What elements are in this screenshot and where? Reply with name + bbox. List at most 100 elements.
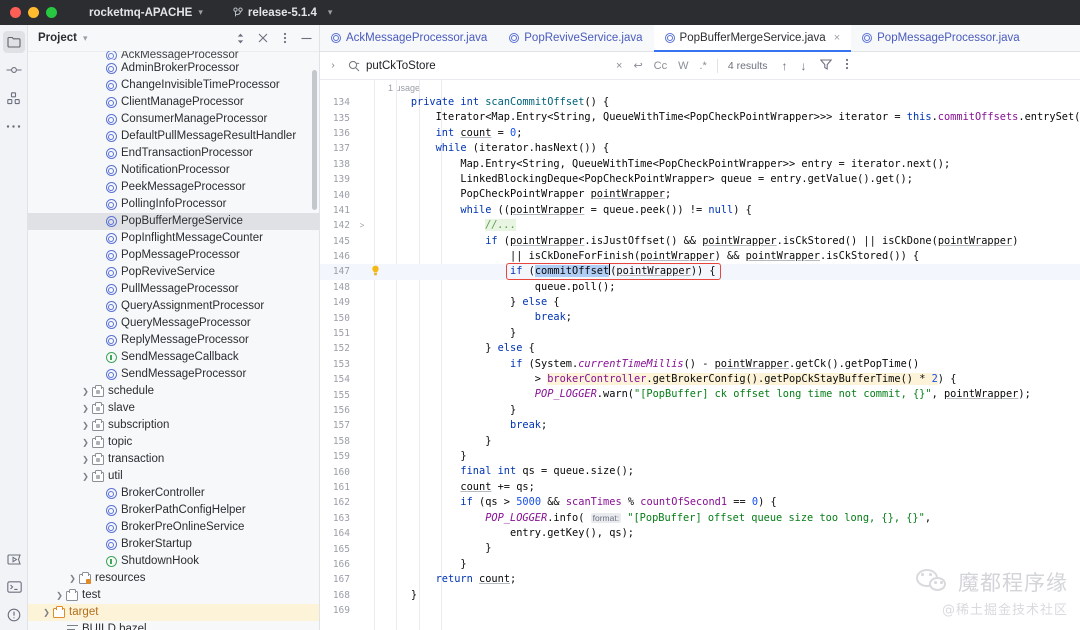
code-line-163[interactable]: 163 POP_LOGGER.info( format: "[PopBuffer… xyxy=(320,511,1080,526)
project-file-tree[interactable]: AckMessageProcessor AdminBrokerProcessor C… xyxy=(28,51,319,630)
editor-tab-popreviveservice[interactable]: PopReviveService.java xyxy=(498,25,653,51)
code-line-165[interactable]: 165 } xyxy=(320,541,1080,556)
find-prev-button[interactable]: ↑ xyxy=(782,59,788,73)
tree-item-build-bazel[interactable]: BUILD.bazel xyxy=(28,621,319,630)
code-line-160[interactable]: 160 final int qs = queue.size(); xyxy=(320,464,1080,479)
code-line-161[interactable]: 161 count += qs; xyxy=(320,480,1080,495)
rail-terminal-button[interactable] xyxy=(3,576,25,598)
close-window-button[interactable] xyxy=(10,7,21,18)
code-line-140[interactable]: 140 PopCheckPointWrapper pointWrapper; xyxy=(320,187,1080,202)
tree-expand-arrow-icon[interactable]: ❯ xyxy=(80,387,91,396)
editor-tab-close-icon[interactable]: × xyxy=(834,32,840,44)
tree-item-util[interactable]: ❯ util xyxy=(28,468,319,485)
code-line-147[interactable]: 147 if (commitOffset(pointWrapper)) { xyxy=(320,264,1080,280)
tree-expand-arrow-icon[interactable]: ❯ xyxy=(54,591,65,600)
tree-item-peekmessageprocessor[interactable]: PeekMessageProcessor xyxy=(28,179,319,196)
tree-expand-arrow-icon[interactable]: ❯ xyxy=(80,421,91,430)
tree-item-brokerpreonlineservice[interactable]: BrokerPreOnlineService xyxy=(28,519,319,536)
tree-item-querymessageprocessor[interactable]: QueryMessageProcessor xyxy=(28,315,319,332)
code-line-162[interactable]: 162 if (qs > 5000 && scanTimes % countOf… xyxy=(320,495,1080,510)
options-icon[interactable] xyxy=(278,32,291,45)
code-line-138[interactable]: 138 Map.Entry<String, QueueWithTime<PopC… xyxy=(320,157,1080,172)
tree-expand-arrow-icon[interactable]: ❯ xyxy=(80,404,91,413)
tree-item-resources[interactable]: ❯ resources xyxy=(28,570,319,587)
find-expand-icon[interactable]: › xyxy=(324,60,342,71)
tree-item-slave[interactable]: ❯ slave xyxy=(28,400,319,417)
tree-item-sendmessageprocessor[interactable]: SendMessageProcessor xyxy=(28,366,319,383)
tree-item-notificationprocessor[interactable]: NotificationProcessor xyxy=(28,162,319,179)
window-controls[interactable] xyxy=(0,7,57,18)
tree-item-brokercontroller[interactable]: BrokerController xyxy=(28,485,319,502)
clear-search-icon[interactable]: × xyxy=(616,60,622,72)
tree-item-sendmessagecallback[interactable]: SendMessageCallback xyxy=(28,349,319,366)
code-line-135[interactable]: 135 Iterator<Map.Entry<String, QueueWith… xyxy=(320,110,1080,125)
branch-chevron-down-icon[interactable]: ▾ xyxy=(328,7,333,18)
tree-item-queryassignmentprocessor[interactable]: QueryAssignmentProcessor xyxy=(28,298,319,315)
code-line-139[interactable]: 139 LinkedBlockingDeque<PopCheckPointWra… xyxy=(320,172,1080,187)
tree-item-defaultpullmessageresulthandler[interactable]: DefaultPullMessageResultHandler xyxy=(28,128,319,145)
intention-bulb-icon[interactable] xyxy=(368,265,382,279)
project-selector-label[interactable]: rocketmq-APACHE xyxy=(89,7,192,19)
tree-item-consumermanageprocessor[interactable]: ConsumerManageProcessor xyxy=(28,111,319,128)
code-line-156[interactable]: 156 } xyxy=(320,403,1080,418)
code-line-141[interactable]: 141 while ((pointWrapper = queue.peek())… xyxy=(320,203,1080,218)
branch-selector[interactable]: release-5.1.4 ▾ xyxy=(233,7,333,19)
tree-item-pollinginfoprocessor[interactable]: PollingInfoProcessor xyxy=(28,196,319,213)
tree-expand-arrow-icon[interactable]: ❯ xyxy=(80,455,91,464)
code-line-154[interactable]: 154 > brokerController.getBrokerConfig()… xyxy=(320,372,1080,387)
editor-tab-popbuffermergeservice[interactable]: PopBufferMergeService.java × xyxy=(653,25,852,52)
minimize-window-button[interactable] xyxy=(28,7,39,18)
code-line-142[interactable]: 142 > //... xyxy=(320,218,1080,233)
find-next-button[interactable]: ↓ xyxy=(801,59,807,73)
find-more-icon[interactable] xyxy=(845,58,849,73)
tree-item-test[interactable]: ❯ test xyxy=(28,587,319,604)
editor-tab-popmessageprocessor[interactable]: PopMessageProcessor.java xyxy=(851,25,1031,51)
code-line-151[interactable]: 151 } xyxy=(320,326,1080,341)
tree-item-endtransactionprocessor[interactable]: EndTransactionProcessor xyxy=(28,145,319,162)
code-line-146[interactable]: 146 || isCkDoneForFinish(pointWrapper) &… xyxy=(320,249,1080,264)
rail-commit-button[interactable] xyxy=(3,59,25,81)
editor-tab-bar[interactable]: AckMessageProcessor.java PopReviveService… xyxy=(320,25,1080,52)
project-chevron-down-icon[interactable]: ▾ xyxy=(198,7,203,18)
code-line-159[interactable]: 159 } xyxy=(320,449,1080,464)
close-icon[interactable] xyxy=(256,32,269,45)
tree-item-ackmessageprocessor[interactable]: AckMessageProcessor xyxy=(28,51,319,60)
find-input[interactable]: putCkToStore xyxy=(342,55,612,76)
code-editor[interactable]: 1 usage 134 private int scanCommitOffset… xyxy=(320,80,1080,630)
code-line-145[interactable]: 145 if (pointWrapper.isJustOffset() && p… xyxy=(320,234,1080,249)
code-line-166[interactable]: 166 } xyxy=(320,557,1080,572)
code-line-168[interactable]: 168 } xyxy=(320,588,1080,603)
code-line-148[interactable]: 148 queue.poll(); xyxy=(320,280,1080,295)
code-line-157[interactable]: 157 break; xyxy=(320,418,1080,433)
rail-problems-button[interactable] xyxy=(3,604,25,626)
maximize-window-button[interactable] xyxy=(46,7,57,18)
tree-item-replymessageprocessor[interactable]: ReplyMessageProcessor xyxy=(28,332,319,349)
filter-icon[interactable] xyxy=(819,58,832,73)
tree-expand-arrow-icon[interactable]: ❯ xyxy=(80,472,91,481)
code-line-152[interactable]: 152 } else { xyxy=(320,341,1080,356)
code-line-137[interactable]: 137 while (iterator.hasNext()) { xyxy=(320,141,1080,156)
tree-expand-arrow-icon[interactable]: ❯ xyxy=(67,574,78,583)
regex-toggle[interactable]: .* xyxy=(700,60,707,72)
wrap-search-icon[interactable]: ↩ xyxy=(633,59,642,72)
code-line-149[interactable]: 149 } else { xyxy=(320,295,1080,310)
usage-inlay-hint[interactable]: 1 usage xyxy=(320,80,1080,95)
code-line-169[interactable]: 169 xyxy=(320,603,1080,618)
rail-run-button[interactable] xyxy=(3,548,25,570)
tree-item-subscription[interactable]: ❯ subscription xyxy=(28,417,319,434)
project-panel-chevron-down-icon[interactable]: ▾ xyxy=(83,33,88,44)
tree-item-topic[interactable]: ❯ topic xyxy=(28,434,319,451)
code-line-150[interactable]: 150 break; xyxy=(320,310,1080,325)
tree-expand-arrow-icon[interactable]: ❯ xyxy=(41,608,52,617)
tree-item-changeinvisibletimeprocessor[interactable]: ChangeInvisibleTimeProcessor xyxy=(28,77,319,94)
code-line-158[interactable]: 158 } xyxy=(320,434,1080,449)
tree-item-brokerpathconfighelper[interactable]: BrokerPathConfigHelper xyxy=(28,502,319,519)
tree-item-target[interactable]: ❯ target xyxy=(28,604,319,621)
hide-icon[interactable] xyxy=(300,32,313,45)
rail-project-button[interactable] xyxy=(2,31,25,53)
code-line-134[interactable]: 134 private int scanCommitOffset() { xyxy=(320,95,1080,110)
tree-item-popreviveservice[interactable]: PopReviveService xyxy=(28,264,319,281)
rail-structure-button[interactable] xyxy=(3,87,25,109)
tree-item-schedule[interactable]: ❯ schedule xyxy=(28,383,319,400)
editor-tab-ackmessageprocessor[interactable]: AckMessageProcessor.java xyxy=(320,25,498,51)
